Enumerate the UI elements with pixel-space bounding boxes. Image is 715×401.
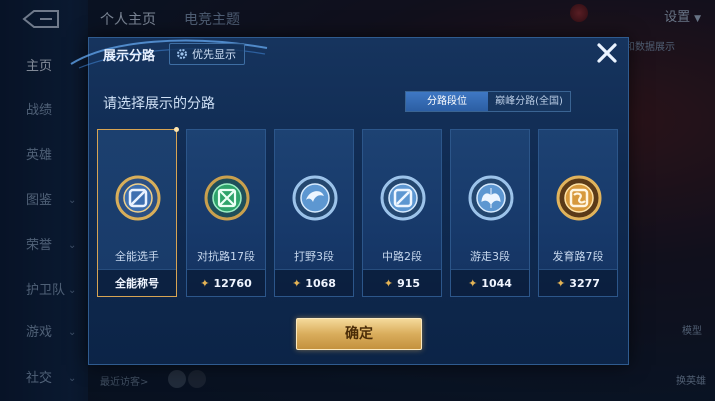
peak-points-icon: ✦ bbox=[468, 276, 478, 290]
jungle-emblem-icon bbox=[292, 175, 338, 221]
peak-points-icon: ✦ bbox=[292, 276, 302, 290]
gear-icon bbox=[177, 49, 187, 59]
allround-emblem-icon bbox=[115, 175, 161, 221]
lane-card-clash[interactable]: 对抗路17段 ✦ 12760 bbox=[186, 129, 266, 297]
clash-lane-emblem-icon bbox=[204, 175, 250, 221]
lane-card-allround[interactable]: 全能选手 全能称号 bbox=[97, 127, 179, 297]
dialog-header: 展示分路 优先显示 bbox=[70, 38, 628, 69]
peak-points-icon: ✦ bbox=[383, 276, 394, 290]
lane-stat: ✦ 915 bbox=[363, 269, 441, 296]
lane-name: 发育路7段 bbox=[552, 250, 604, 263]
lane-name: 打野3段 bbox=[294, 250, 334, 263]
peak-points-icon: ✦ bbox=[200, 276, 210, 290]
lane-card-list: 全能选手 全能称号 对抗路17段 ✦ 12760 打野3段 ✦ 1068 中路2… bbox=[97, 127, 621, 297]
dialog-title: 展示分路 bbox=[103, 49, 156, 64]
lane-name: 中路2段 bbox=[382, 250, 422, 263]
close-icon[interactable] bbox=[594, 40, 620, 66]
tab-peak-lane[interactable]: 巅峰分路(全国) bbox=[488, 92, 570, 111]
priority-display-label: 优先显示 bbox=[192, 48, 236, 61]
lane-name: 对抗路17段 bbox=[197, 250, 255, 263]
mid-lane-emblem-icon bbox=[380, 175, 426, 221]
farm-lane-emblem-icon bbox=[556, 175, 602, 221]
lane-card-jungle[interactable]: 打野3段 ✦ 1068 bbox=[274, 129, 354, 297]
peak-points-icon: ✦ bbox=[556, 276, 566, 290]
lane-name: 游走3段 bbox=[470, 250, 510, 263]
lane-card-mid[interactable]: 中路2段 ✦ 915 bbox=[362, 129, 442, 297]
confirm-button[interactable]: 确定 bbox=[296, 318, 422, 350]
roam-emblem-icon bbox=[468, 175, 514, 221]
lane-display-dialog: 展示分路 优先显示 请选择展示的分路 分路段位 巅峰分路(全国) 全能选手 全能… bbox=[70, 37, 629, 365]
lane-stat: ✦ 12760 bbox=[187, 269, 265, 296]
tab-lane-rank[interactable]: 分路段位 bbox=[406, 92, 488, 111]
lane-card-roam[interactable]: 游走3段 ✦ 1044 bbox=[450, 129, 530, 297]
lane-tab-group: 分路段位 巅峰分路(全国) bbox=[405, 91, 571, 112]
selected-corner-marker bbox=[174, 127, 179, 132]
lane-name: 全能选手 bbox=[115, 250, 159, 263]
lane-card-farm[interactable]: 发育路7段 ✦ 3277 bbox=[538, 129, 618, 297]
selection-prompt: 请选择展示的分路 bbox=[103, 96, 215, 112]
lane-stat: ✦ 1044 bbox=[451, 269, 529, 296]
lane-stat: ✦ 3277 bbox=[539, 269, 617, 296]
lane-stat: ✦ 1068 bbox=[275, 269, 353, 296]
lane-stat: 全能称号 bbox=[98, 269, 176, 296]
priority-display-button[interactable]: 优先显示 bbox=[169, 43, 245, 65]
